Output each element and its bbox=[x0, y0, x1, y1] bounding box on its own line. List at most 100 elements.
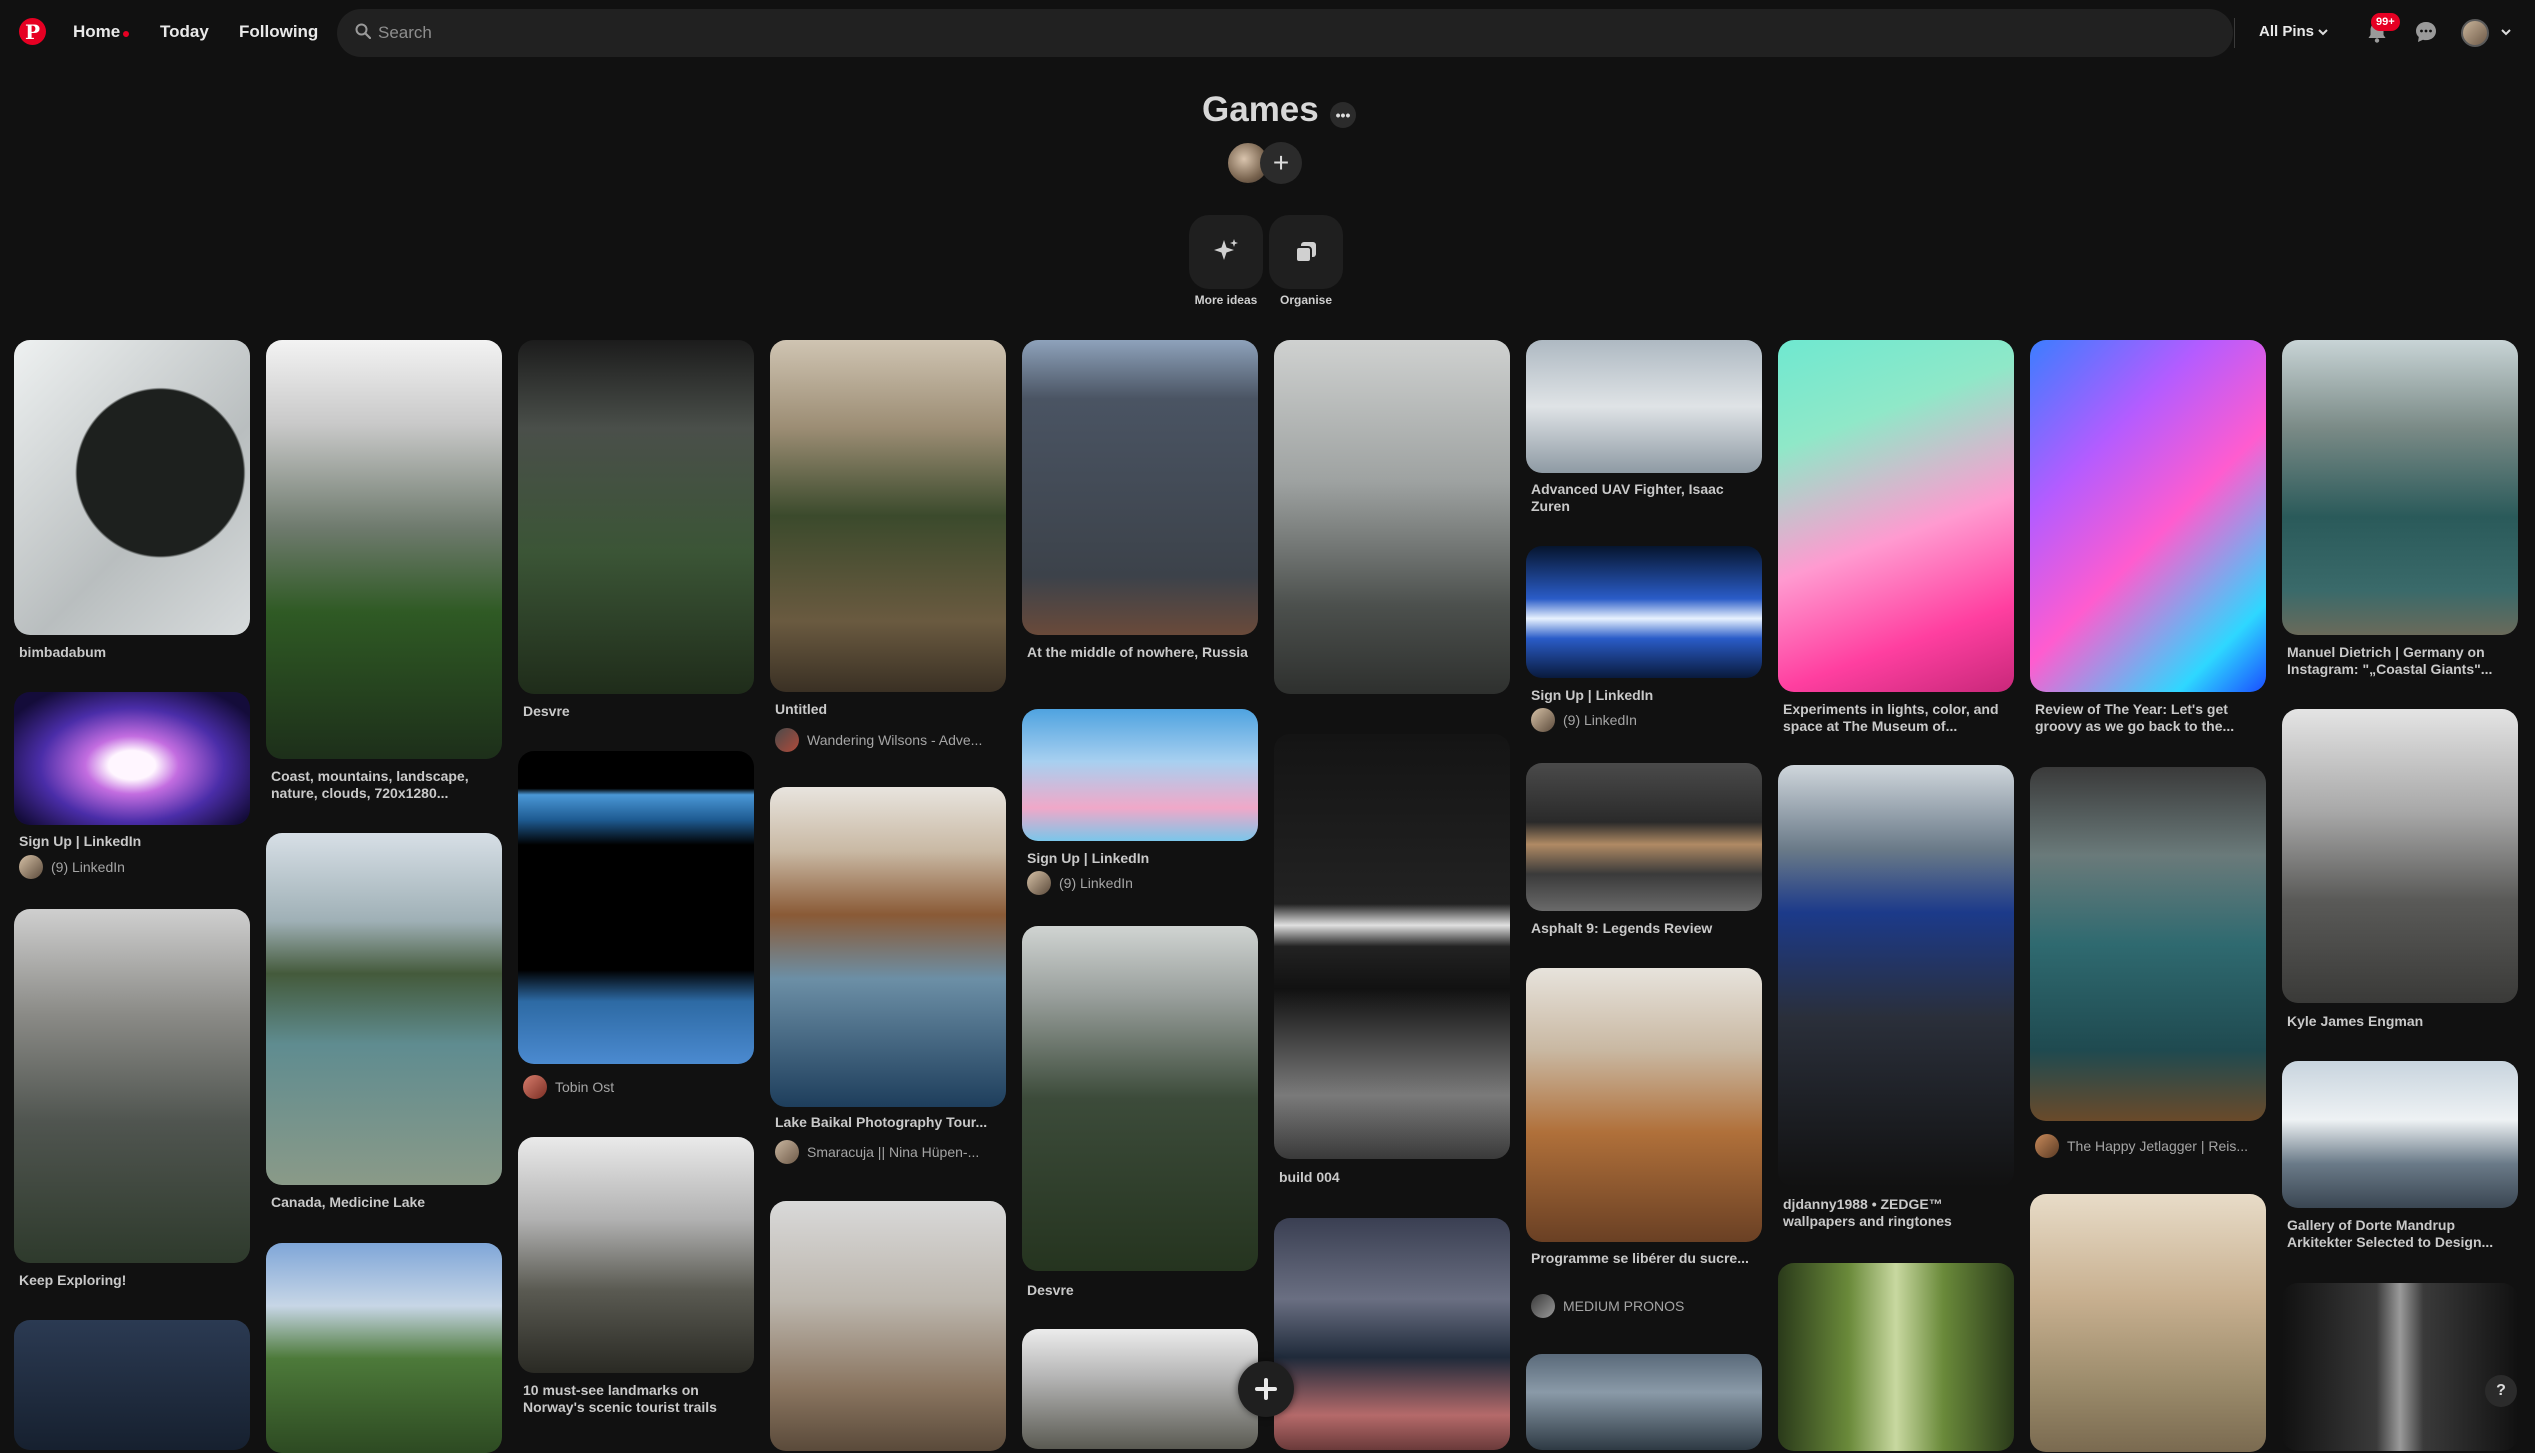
board-more-options-button[interactable]: ••• bbox=[1330, 102, 1356, 128]
nav-today[interactable]: Today bbox=[160, 22, 209, 42]
pin-title[interactable]: Experiments in lights, color, and space … bbox=[1783, 701, 2015, 735]
pin-title[interactable]: djdanny1988 • ZEDGE™ wallpapers and ring… bbox=[1783, 1196, 2015, 1230]
pin-source[interactable]: (9) LinkedIn bbox=[1531, 708, 1767, 732]
add-collaborator-button[interactable]: + bbox=[1260, 142, 1302, 184]
pin-title[interactable]: Asphalt 9: Legends Review bbox=[1531, 920, 1763, 937]
pin-source[interactable]: (9) LinkedIn bbox=[1027, 871, 1263, 895]
search-icon bbox=[355, 23, 371, 39]
source-avatar bbox=[1531, 708, 1555, 732]
source-name: Tobin Ost bbox=[555, 1079, 615, 1095]
pin-image[interactable] bbox=[2030, 1194, 2266, 1452]
user-avatar[interactable] bbox=[2461, 19, 2489, 47]
create-pin-button[interactable] bbox=[1238, 1361, 1294, 1417]
pin-image[interactable] bbox=[770, 340, 1006, 692]
pin-image[interactable] bbox=[2030, 767, 2266, 1121]
source-avatar bbox=[775, 1140, 799, 1164]
pin-image[interactable] bbox=[1274, 1218, 1510, 1450]
messages-icon[interactable] bbox=[2413, 19, 2439, 45]
pin-source[interactable]: (9) LinkedIn bbox=[19, 855, 255, 879]
unread-dot bbox=[123, 31, 129, 37]
help-button[interactable]: ? bbox=[2485, 1375, 2517, 1407]
source-name: MEDIUM PRONOS bbox=[1563, 1298, 1685, 1314]
pin-image[interactable] bbox=[1274, 340, 1510, 694]
pin-title[interactable]: Sign Up | LinkedIn bbox=[1027, 850, 1259, 867]
pin-title[interactable]: build 004 bbox=[1279, 1169, 1511, 1186]
pin-title[interactable]: Canada, Medicine Lake bbox=[271, 1194, 503, 1211]
pin-image[interactable] bbox=[2282, 1061, 2518, 1208]
pin-image[interactable] bbox=[1022, 1329, 1258, 1449]
pin-image[interactable] bbox=[1526, 546, 1762, 678]
pin-image[interactable] bbox=[1526, 968, 1762, 1242]
pin-image[interactable] bbox=[1526, 1354, 1762, 1450]
pin-image[interactable] bbox=[1526, 340, 1762, 473]
pin-title[interactable]: Sign Up | LinkedIn bbox=[1531, 687, 1763, 704]
notification-badge: 99+ bbox=[2371, 13, 2400, 31]
source-name: Smaracuja || Nina Hüpen-... bbox=[807, 1144, 980, 1160]
source-name: (9) LinkedIn bbox=[1563, 712, 1637, 728]
source-avatar bbox=[2035, 1134, 2059, 1158]
pin-image[interactable] bbox=[1022, 926, 1258, 1271]
pin-image[interactable] bbox=[2282, 709, 2518, 1003]
organise-icon bbox=[1295, 242, 1316, 263]
account-chevron-down-icon[interactable] bbox=[2501, 27, 2511, 37]
pin-image[interactable] bbox=[1274, 734, 1510, 1159]
source-avatar bbox=[1027, 871, 1051, 895]
pin-source[interactable]: Smaracuja || Nina Hüpen-... bbox=[775, 1140, 1011, 1164]
all-pins-dropdown[interactable]: All Pins bbox=[2259, 23, 2314, 40]
pinterest-logo-icon[interactable]: P bbox=[19, 18, 46, 45]
pin-title[interactable]: Kyle James Engman bbox=[2287, 1013, 2519, 1030]
more-dots-icon: ••• bbox=[1335, 107, 1351, 123]
pin-source[interactable]: Tobin Ost bbox=[523, 1075, 759, 1099]
source-avatar bbox=[19, 855, 43, 879]
pin-image[interactable] bbox=[518, 751, 754, 1064]
pin-title[interactable]: Desvre bbox=[1027, 1282, 1259, 1299]
pin-title[interactable]: Programme se libérer du sucre... bbox=[1531, 1250, 1763, 1267]
pin-image[interactable] bbox=[1778, 1263, 2014, 1451]
pin-image[interactable] bbox=[14, 340, 250, 635]
pin-title[interactable]: At the middle of nowhere, Russia bbox=[1027, 644, 1259, 661]
pin-image[interactable] bbox=[1526, 763, 1762, 911]
pin-title[interactable]: 10 must-see landmarks on Norway's scenic… bbox=[523, 1382, 755, 1416]
source-name: (9) LinkedIn bbox=[1059, 875, 1133, 891]
pin-image[interactable] bbox=[2282, 340, 2518, 635]
source-avatar bbox=[1531, 1294, 1555, 1318]
pin-image[interactable] bbox=[1022, 709, 1258, 841]
pin-source[interactable]: MEDIUM PRONOS bbox=[1531, 1294, 1767, 1318]
pin-image[interactable] bbox=[1778, 765, 2014, 1187]
pin-image[interactable] bbox=[266, 833, 502, 1185]
pin-image[interactable] bbox=[770, 1201, 1006, 1451]
pin-image[interactable] bbox=[518, 1137, 754, 1373]
pin-image[interactable] bbox=[1778, 340, 2014, 692]
pin-source[interactable]: The Happy Jetlagger | Reis... bbox=[2035, 1134, 2271, 1158]
pin-title[interactable]: bimbadabum bbox=[19, 644, 251, 661]
pin-title[interactable]: Desvre bbox=[523, 703, 755, 720]
pin-title[interactable]: Manuel Dietrich | Germany on Instagram: … bbox=[2287, 644, 2519, 678]
pin-title[interactable]: Coast, mountains, landscape, nature, clo… bbox=[271, 768, 503, 802]
pin-image[interactable] bbox=[1022, 340, 1258, 635]
pin-image[interactable] bbox=[2030, 340, 2266, 692]
pin-title[interactable]: Keep Exploring! bbox=[19, 1272, 251, 1289]
pin-title[interactable]: Untitled bbox=[775, 701, 1007, 718]
pin-source[interactable]: Wandering Wilsons - Adve... bbox=[775, 728, 1011, 752]
pin-image[interactable] bbox=[518, 340, 754, 694]
organise-button[interactable] bbox=[1269, 215, 1343, 289]
pin-image[interactable] bbox=[266, 340, 502, 759]
pin-image[interactable] bbox=[770, 787, 1006, 1107]
source-name: The Happy Jetlagger | Reis... bbox=[2067, 1138, 2249, 1154]
pin-image[interactable] bbox=[14, 692, 250, 825]
pin-title[interactable]: Sign Up | LinkedIn bbox=[19, 833, 251, 850]
nav-home[interactable]: Home bbox=[73, 22, 120, 42]
pin-image[interactable] bbox=[14, 909, 250, 1263]
pin-image[interactable] bbox=[2282, 1283, 2518, 1451]
chevron-down-icon bbox=[2318, 29, 2328, 36]
source-avatar bbox=[775, 728, 799, 752]
pin-title[interactable]: Gallery of Dorte Mandrup Arkitekter Sele… bbox=[2287, 1217, 2519, 1251]
more-ideas-button[interactable] bbox=[1189, 215, 1263, 289]
nav-following[interactable]: Following bbox=[239, 22, 318, 42]
pin-title[interactable]: Lake Baikal Photography Tour... bbox=[775, 1114, 1007, 1131]
search-input[interactable] bbox=[378, 20, 2178, 46]
source-name: (9) LinkedIn bbox=[51, 859, 125, 875]
pin-image[interactable] bbox=[266, 1243, 502, 1453]
pin-title[interactable]: Advanced UAV Fighter, Isaac Zuren bbox=[1531, 481, 1763, 515]
pin-title[interactable]: Review of The Year: Let's get groovy as … bbox=[2035, 701, 2267, 735]
